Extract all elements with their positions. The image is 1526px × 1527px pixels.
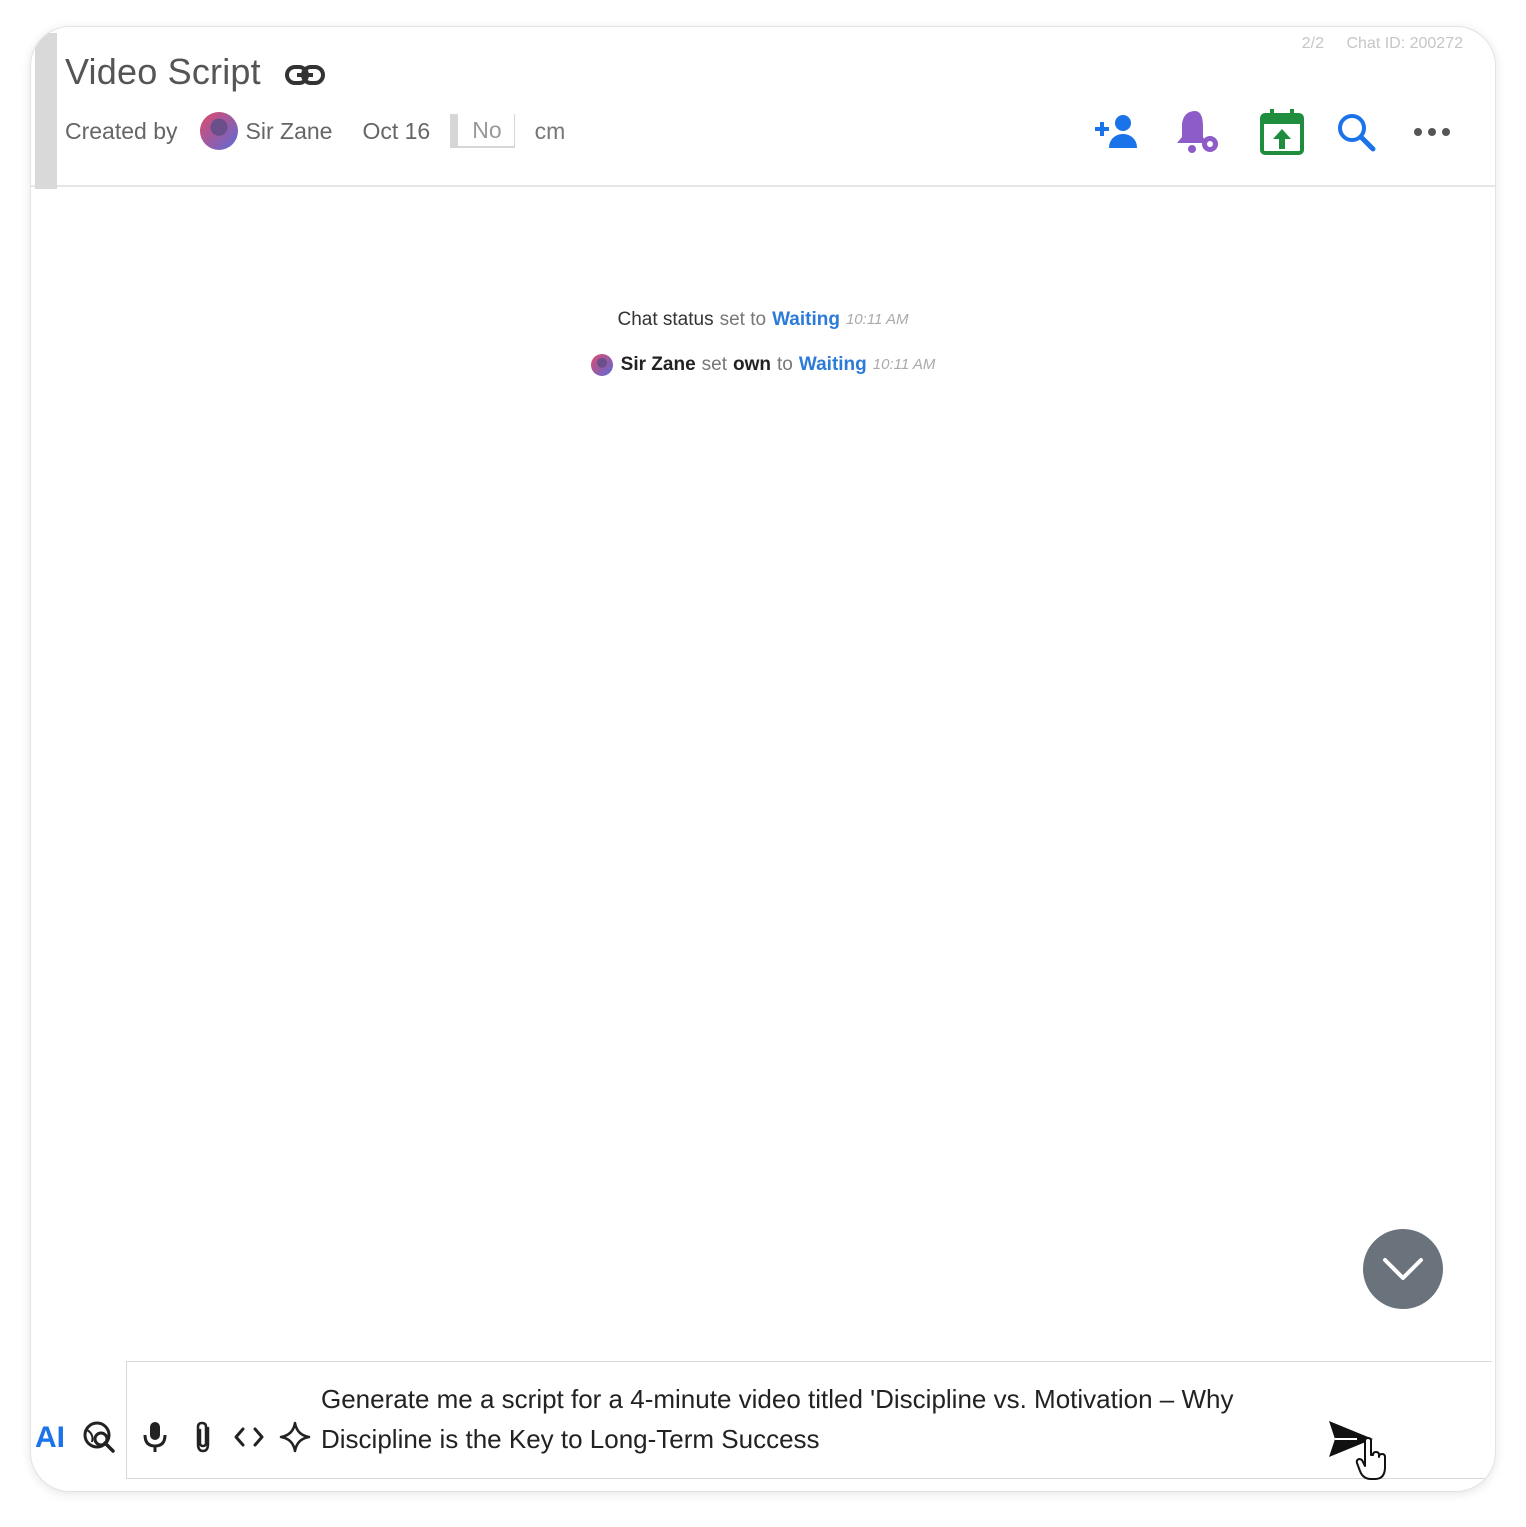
cm-field[interactable]: cm <box>535 118 566 145</box>
message-input[interactable]: Generate me a script for a 4-minute vide… <box>321 1379 1321 1459</box>
message-line: Generate me a script for a 4-minute vide… <box>321 1384 1234 1414</box>
created-date: Oct 16 <box>362 117 431 144</box>
chat-meta: 2/2 Chat ID: 200272 <box>1284 35 1463 53</box>
status-badge: Waiting <box>798 353 867 375</box>
ai-button[interactable]: AI <box>35 1421 65 1455</box>
more-options-button[interactable] <box>1403 103 1461 161</box>
header-accent-bar <box>35 33 57 189</box>
chat-id: Chat ID: 200272 <box>1346 35 1463 52</box>
web-search-button[interactable] <box>81 1419 117 1455</box>
voice-input-button[interactable] <box>137 1419 173 1455</box>
bell-settings-icon <box>1177 111 1218 153</box>
scroll-to-bottom-button[interactable] <box>1363 1229 1443 1309</box>
avatar <box>590 353 613 376</box>
more-icon <box>1414 128 1450 136</box>
notification-settings-button[interactable] <box>1169 103 1227 161</box>
globe-search-icon <box>83 1421 115 1453</box>
chat-window: Video Script 2/2 Chat ID: 200272 Created… <box>30 26 1496 1492</box>
event-actor: Sir Zane <box>620 353 696 375</box>
event-owner-change: Sir Zane set own to Waiting 10:11 AM <box>31 342 1495 387</box>
event-object: own <box>733 353 772 375</box>
calendar-upload-icon <box>1260 109 1304 155</box>
event-to: to <box>777 353 793 375</box>
event-verb: set <box>701 353 728 375</box>
add-person-icon <box>1095 115 1137 148</box>
created-row: Created by Sir Zane Oct 16 No cm <box>65 111 565 151</box>
event-prefix: Chat status <box>617 308 714 330</box>
message-line: Discipline is the Key to Long-Term Succe… <box>321 1424 820 1454</box>
event-time: 10:11 AM <box>845 311 909 328</box>
chevron-down-icon <box>1383 1258 1423 1280</box>
code-icon <box>234 1427 264 1447</box>
event-time: 10:11 AM <box>872 356 936 373</box>
code-button[interactable] <box>231 1419 267 1455</box>
no-field[interactable]: No <box>450 114 515 148</box>
ai-assist-button[interactable] <box>277 1419 313 1455</box>
paperclip-icon <box>196 1421 210 1453</box>
status-badge: Waiting <box>772 308 840 330</box>
chat-counter: 2/2 <box>1301 35 1325 52</box>
event-middle: set to <box>719 308 767 330</box>
attach-button[interactable] <box>185 1419 221 1455</box>
chat-header: Video Script 2/2 Chat ID: 200272 Created… <box>31 27 1495 189</box>
page-title: Video Script <box>65 51 261 92</box>
link-icon[interactable] <box>283 57 327 93</box>
event-log: Chat status set to Waiting 10:11 AM Sir … <box>31 297 1495 387</box>
created-by-label: Created by <box>65 117 178 144</box>
event-status-change: Chat status set to Waiting 10:11 AM <box>31 297 1495 342</box>
avatar <box>199 112 238 150</box>
search-icon <box>1338 114 1376 152</box>
sparkle-icon <box>279 1421 311 1453</box>
hand-cursor-icon <box>1355 1437 1386 1480</box>
add-participant-button[interactable] <box>1089 103 1147 161</box>
search-button[interactable] <box>1327 103 1385 161</box>
schedule-export-button[interactable] <box>1253 103 1311 161</box>
microphone-icon <box>143 1422 167 1452</box>
creator-name[interactable]: Sir Zane <box>246 118 333 145</box>
